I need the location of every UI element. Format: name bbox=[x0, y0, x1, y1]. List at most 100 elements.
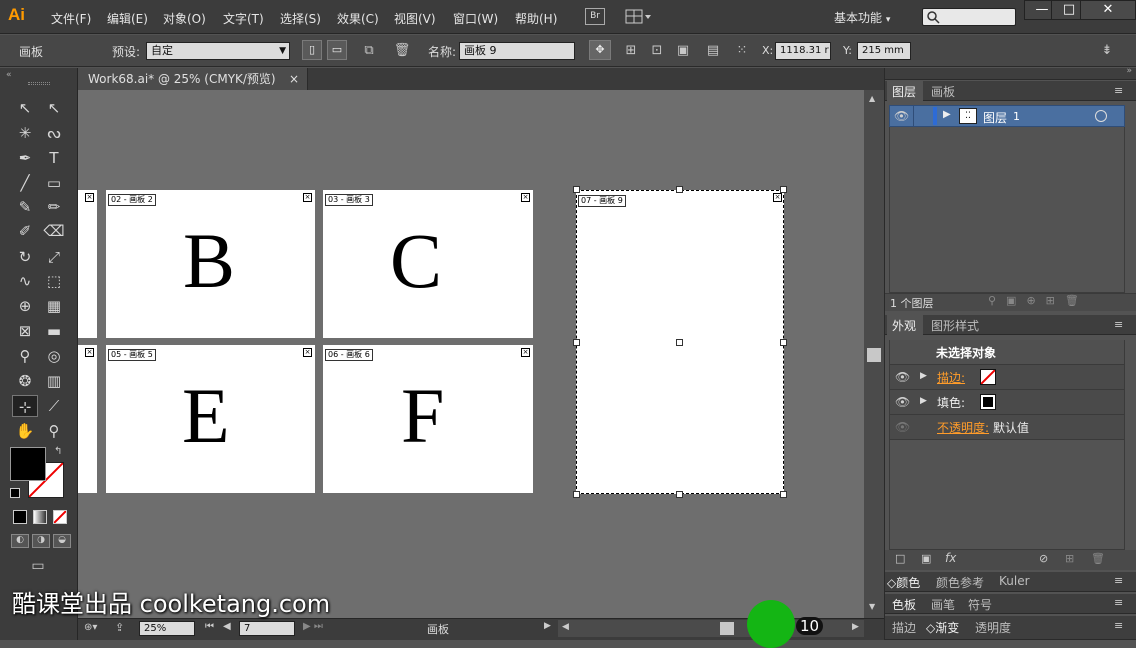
vertical-scrollbar[interactable]: ▲ ▼ bbox=[864, 90, 884, 618]
show-video-safe-icon[interactable]: ▣ bbox=[675, 42, 691, 60]
canvas[interactable]: × × 02 - 画板 2 × B 03 - 画板 3 × C 05 - 画板 … bbox=[78, 90, 864, 618]
scroll-right-icon[interactable]: ▶ bbox=[852, 622, 859, 632]
clear-appearance-icon[interactable]: ⊘ bbox=[1039, 552, 1048, 565]
artboard-2[interactable]: 02 - 画板 2 × B bbox=[106, 190, 315, 338]
selection-tool-icon[interactable]: ↖ bbox=[14, 97, 36, 119]
resize-handle[interactable] bbox=[780, 186, 787, 193]
stroke-swatch-icon[interactable] bbox=[980, 369, 996, 385]
reference-point-icon[interactable]: ⁙ bbox=[733, 42, 751, 60]
artboard-tool-icon[interactable]: ⊹ bbox=[12, 395, 38, 417]
panel-menu-icon[interactable]: ≡ bbox=[1114, 318, 1123, 331]
layer-footer-icons[interactable]: ⚲▣⊕⊞🗑 bbox=[988, 294, 1089, 307]
panel-menu-icon[interactable]: ≡ bbox=[1114, 596, 1123, 609]
close-button[interactable]: ✕ bbox=[1080, 0, 1136, 20]
blend-tool-icon[interactable]: ◎ bbox=[43, 345, 65, 367]
move-with-artboard-icon[interactable]: ✥ bbox=[589, 40, 611, 60]
fill-row[interactable]: 👁 ▶ 填色: bbox=[890, 390, 1124, 415]
status-menu-icon[interactable]: ▶ bbox=[544, 621, 551, 631]
collapse-icon[interactable]: » bbox=[1126, 66, 1132, 76]
opacity-row[interactable]: 👁 不透明度: 默认值 bbox=[890, 415, 1124, 440]
visibility-eye-icon[interactable]: 👁 bbox=[895, 395, 910, 409]
shape-builder-tool-icon[interactable]: ⊕ bbox=[14, 295, 36, 317]
gradient-tool-icon[interactable]: ▬ bbox=[43, 320, 65, 342]
resize-handle[interactable] bbox=[573, 339, 580, 346]
artboard-5[interactable]: 05 - 画板 5 × E bbox=[106, 345, 315, 493]
menu-window[interactable]: 窗口(W) bbox=[453, 10, 498, 27]
artboard-partial[interactable]: × bbox=[78, 190, 97, 338]
artboard-6[interactable]: 06 - 画板 6 × F bbox=[323, 345, 533, 493]
panel-menu-icon[interactable]: ≡ bbox=[1114, 574, 1123, 587]
delete-artboard-icon[interactable]: 🗑 bbox=[393, 42, 411, 60]
resize-handle[interactable] bbox=[676, 186, 683, 193]
add-stroke-icon[interactable]: □ bbox=[895, 552, 905, 565]
panel-menu-icon[interactable]: ≡ bbox=[1114, 619, 1123, 632]
menu-file[interactable]: 文件(F) bbox=[51, 10, 91, 27]
tab-brushes[interactable]: 画笔 bbox=[931, 596, 955, 613]
free-transform-tool-icon[interactable]: ⬚ bbox=[43, 270, 65, 292]
resize-handle[interactable] bbox=[573, 186, 580, 193]
draw-normal-icon[interactable]: ◐ bbox=[11, 534, 29, 548]
scroll-left-icon[interactable]: ◀ bbox=[562, 622, 569, 632]
scroll-thumb[interactable] bbox=[867, 348, 881, 362]
artboard-name-input[interactable]: 画板 9 bbox=[459, 42, 575, 60]
swap-fill-stroke-icon[interactable]: ↰ bbox=[54, 446, 62, 457]
artboard-close-icon[interactable]: × bbox=[521, 348, 530, 357]
tab-kuler[interactable]: Kuler bbox=[999, 574, 1030, 588]
artboard-close-icon[interactable]: × bbox=[85, 193, 94, 202]
expand-triangle-icon[interactable]: ▶ bbox=[920, 371, 927, 381]
bridge-button[interactable]: Br bbox=[585, 8, 605, 25]
preset-select[interactable]: 自定 ▼ bbox=[146, 42, 290, 60]
layer-row[interactable]: 👁 ▶ ⁚⁚ 图层 1 bbox=[889, 105, 1125, 127]
visibility-eye-icon[interactable]: 👁 bbox=[895, 370, 910, 384]
gradient-mode-icon[interactable] bbox=[33, 510, 47, 524]
landscape-icon[interactable]: ▭ bbox=[327, 40, 347, 60]
scroll-down-icon[interactable]: ▼ bbox=[869, 602, 875, 611]
default-colors-icon[interactable] bbox=[10, 488, 20, 498]
artboard-close-icon[interactable]: × bbox=[773, 193, 782, 202]
first-artboard-icon[interactable]: ⏮ bbox=[205, 621, 214, 632]
tab-stroke[interactable]: 描边 bbox=[892, 619, 916, 636]
document-tab[interactable]: Work68.ai* @ 25% (CMYK/预览) × bbox=[78, 68, 308, 90]
tab-symbols[interactable]: 符号 bbox=[968, 596, 992, 613]
expand-triangle-icon[interactable]: ▶ bbox=[943, 109, 951, 120]
hand-tool-icon[interactable]: ✋ bbox=[14, 420, 36, 442]
mesh-tool-icon[interactable]: ⊠ bbox=[14, 320, 36, 342]
next-artboard-icon[interactable]: ▶ ⏭ bbox=[303, 621, 323, 632]
duplicate-item-icon[interactable]: ⊞ bbox=[1065, 552, 1074, 565]
rotate-tool-icon[interactable]: ↻ bbox=[14, 246, 36, 268]
show-center-mark-icon[interactable]: ⊞ bbox=[623, 42, 639, 60]
menu-select[interactable]: 选择(S) bbox=[280, 10, 321, 27]
delete-item-icon[interactable]: 🗑 bbox=[1091, 552, 1105, 565]
resize-handle[interactable] bbox=[780, 339, 787, 346]
scale-tool-icon[interactable]: ⤢ bbox=[43, 246, 65, 268]
status-icon[interactable]: ⊛▾ bbox=[84, 622, 97, 633]
rectangle-tool-icon[interactable]: ▭ bbox=[43, 172, 65, 194]
artboard-number-select[interactable]: 7 bbox=[239, 621, 295, 636]
tab-gradient[interactable]: ◇渐变 bbox=[926, 619, 959, 636]
artboard-close-icon[interactable]: × bbox=[303, 193, 312, 202]
type-tool-icon[interactable]: T bbox=[43, 147, 65, 169]
artboard-3[interactable]: 03 - 画板 3 × C bbox=[323, 190, 533, 338]
tab-swatches[interactable]: 色板 bbox=[892, 596, 916, 613]
add-effect-icon[interactable]: fx bbox=[945, 551, 956, 565]
direct-selection-tool-icon[interactable]: ↖ bbox=[43, 97, 65, 119]
scroll-up-icon[interactable]: ▲ bbox=[869, 94, 875, 103]
lasso-tool-icon[interactable]: ᔓ bbox=[43, 122, 65, 144]
pencil-tool-icon[interactable]: ✏ bbox=[43, 196, 65, 218]
new-artboard-icon[interactable]: ⧉ bbox=[360, 42, 378, 60]
previous-artboard-icon[interactable]: ◀ bbox=[223, 621, 231, 632]
panel-menu-icon[interactable]: ≡ bbox=[1114, 84, 1123, 97]
draw-inside-icon[interactable]: ◒ bbox=[53, 534, 71, 548]
resize-handle[interactable] bbox=[780, 491, 787, 498]
opacity-link[interactable]: 不透明度: bbox=[937, 419, 989, 436]
zoom-select[interactable]: 25% bbox=[139, 621, 195, 636]
workspace-switcher[interactable]: 基本功能 ▾ bbox=[834, 9, 890, 26]
color-mode-icon[interactable] bbox=[13, 510, 27, 524]
resize-handle[interactable] bbox=[676, 491, 683, 498]
help-search-input[interactable] bbox=[922, 8, 1016, 26]
layer-name[interactable]: 图层 bbox=[983, 109, 1007, 126]
y-coordinate-input[interactable]: 215 mm bbox=[857, 42, 911, 60]
target-circle-icon[interactable] bbox=[1095, 110, 1107, 122]
share-icon[interactable]: ⇪ bbox=[115, 621, 124, 634]
grip-icon[interactable] bbox=[28, 82, 50, 85]
